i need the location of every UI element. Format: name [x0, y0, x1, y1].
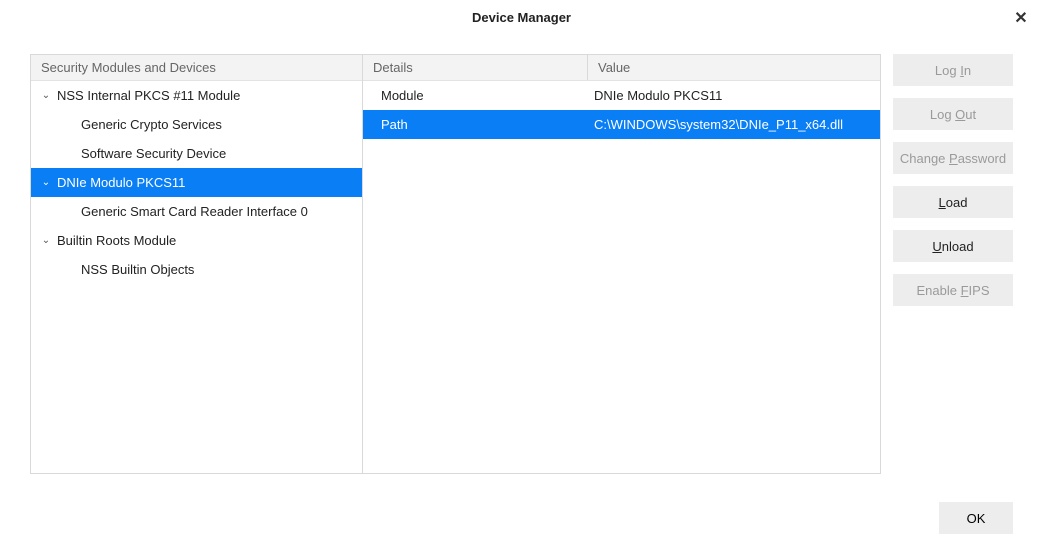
detail-key: Path — [363, 117, 588, 132]
accelerator-char: U — [932, 239, 941, 254]
dialog-title: Device Manager — [472, 10, 571, 25]
tree-item-label: DNIe Modulo PKCS11 — [53, 175, 185, 190]
titlebar: Device Manager ✕ — [0, 0, 1043, 34]
details-header-row: Details Value — [363, 55, 880, 81]
tree-row[interactable]: ⌄NSS Internal PKCS #11 Module — [31, 81, 362, 110]
detail-key: Module — [363, 88, 588, 103]
tree-row[interactable]: ⌄Software Security Device — [31, 139, 362, 168]
tree-row[interactable]: ⌄Builtin Roots Module — [31, 226, 362, 255]
tree-item-label: Software Security Device — [77, 146, 226, 161]
detail-value: C:\WINDOWS\system32\DNIe_P11_x64.dll — [588, 117, 880, 132]
value-header: Value — [588, 55, 880, 80]
unload-button[interactable]: Unload — [893, 230, 1013, 262]
change-password-button: Change Password — [893, 142, 1013, 174]
load-button[interactable]: Load — [893, 186, 1013, 218]
tree-header: Security Modules and Devices — [31, 55, 362, 81]
chevron-down-icon[interactable]: ⌄ — [39, 90, 53, 101]
tree-row[interactable]: ⌄DNIe Modulo PKCS11 — [31, 168, 362, 197]
enable-fips-button: Enable FIPS — [893, 274, 1013, 306]
details-body[interactable]: ModuleDNIe Modulo PKCS11PathC:\WINDOWS\s… — [363, 81, 880, 473]
logout-button: Log Out — [893, 98, 1013, 130]
accelerator-char: P — [949, 151, 958, 166]
tree-item-label: Generic Crypto Services — [77, 117, 222, 132]
close-icon[interactable]: ✕ — [1009, 6, 1033, 30]
details-header-label: Details — [373, 60, 413, 75]
tree-body[interactable]: ⌄NSS Internal PKCS #11 Module⌄Generic Cr… — [31, 81, 362, 473]
accelerator-char: I — [960, 63, 964, 78]
accelerator-char: L — [939, 195, 946, 210]
tree-header-label: Security Modules and Devices — [41, 60, 216, 75]
footer: OK — [0, 488, 1043, 550]
details-header: Details — [363, 55, 588, 80]
detail-value: DNIe Modulo PKCS11 — [588, 88, 880, 103]
chevron-down-icon[interactable]: ⌄ — [39, 235, 53, 246]
chevron-down-icon[interactable]: ⌄ — [39, 177, 53, 188]
tree-item-label: Builtin Roots Module — [53, 233, 176, 248]
detail-row[interactable]: ModuleDNIe Modulo PKCS11 — [363, 81, 880, 110]
detail-row[interactable]: PathC:\WINDOWS\system32\DNIe_P11_x64.dll — [363, 110, 880, 139]
details-panel: Details Value ModuleDNIe Modulo PKCS11Pa… — [363, 55, 880, 473]
tree-panel: Security Modules and Devices ⌄NSS Intern… — [31, 55, 363, 473]
tree-item-label: NSS Builtin Objects — [77, 262, 194, 277]
tree-row[interactable]: ⌄Generic Smart Card Reader Interface 0 — [31, 197, 362, 226]
login-button: Log In — [893, 54, 1013, 86]
tree-item-label: NSS Internal PKCS #11 Module — [53, 88, 240, 103]
panels: Security Modules and Devices ⌄NSS Intern… — [30, 54, 881, 474]
tree-row[interactable]: ⌄Generic Crypto Services — [31, 110, 362, 139]
accelerator-char: O — [955, 107, 965, 122]
tree-item-label: Generic Smart Card Reader Interface 0 — [77, 204, 308, 219]
device-manager-dialog: Device Manager ✕ Security Modules and De… — [0, 0, 1043, 550]
tree-row[interactable]: ⌄NSS Builtin Objects — [31, 255, 362, 284]
value-header-label: Value — [598, 60, 630, 75]
ok-button[interactable]: OK — [939, 502, 1013, 534]
dialog-body: Security Modules and Devices ⌄NSS Intern… — [0, 34, 1043, 488]
side-buttons: Log In Log Out Change Password Load Unlo… — [893, 54, 1013, 488]
accelerator-char: F — [961, 283, 969, 298]
